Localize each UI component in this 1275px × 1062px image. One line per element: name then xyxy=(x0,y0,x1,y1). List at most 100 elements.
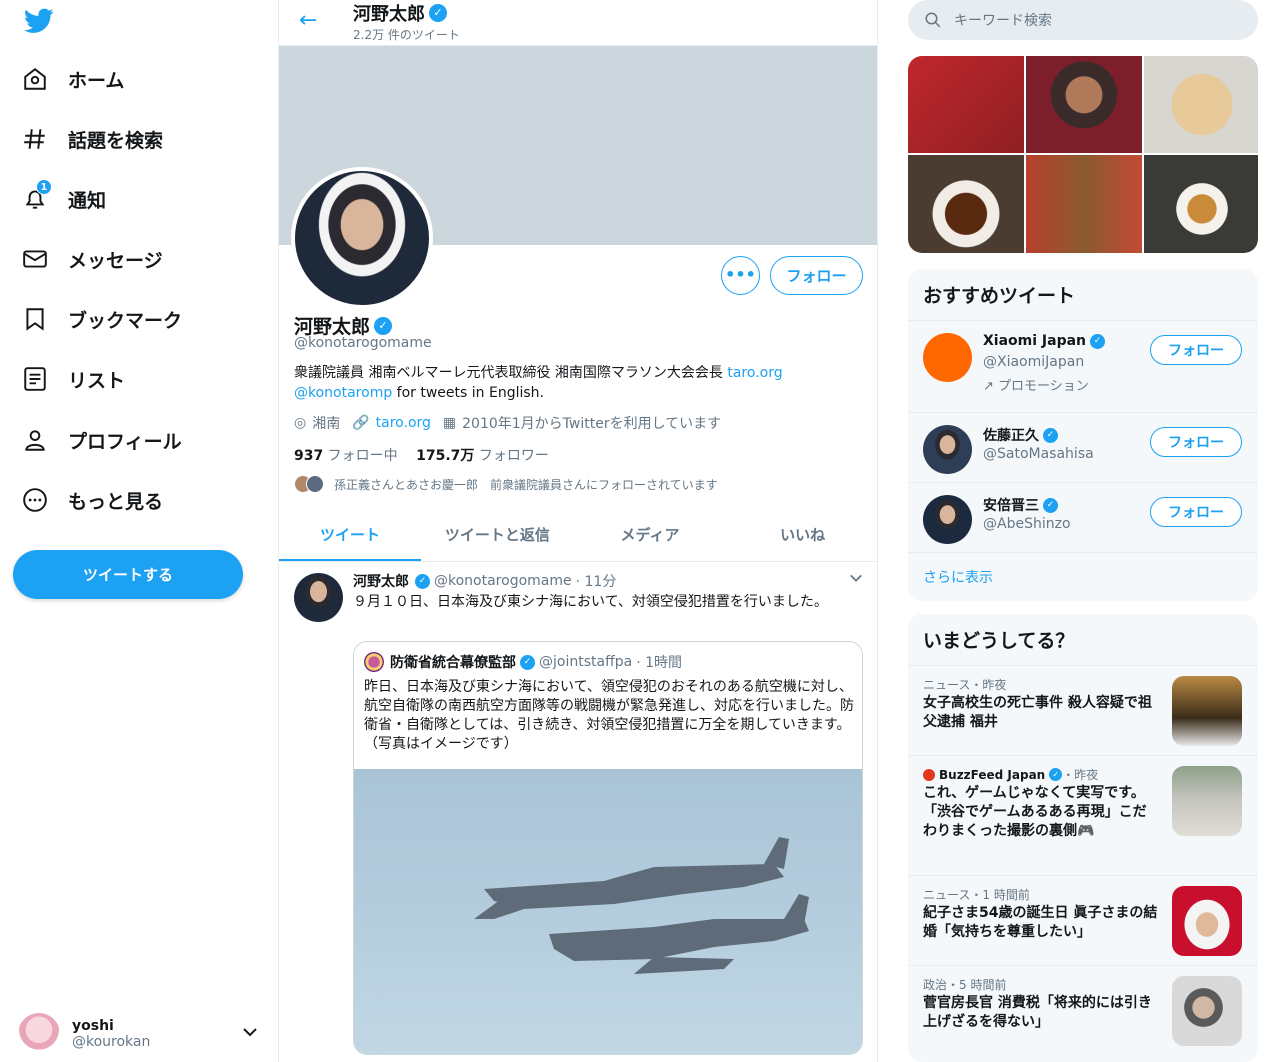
tweet-author-name[interactable]: 河野太郎 xyxy=(353,571,409,591)
trend-item[interactable]: 政治・5 時間前 菅官房長官 消費税「将来的には引き上げざるを得ない」 xyxy=(908,966,1258,1056)
media-thumbnail[interactable] xyxy=(1026,155,1142,253)
recommended-user-avatar xyxy=(923,495,972,544)
website[interactable]: 🔗 taro.org xyxy=(352,415,431,431)
follow-button[interactable]: フォロー xyxy=(1150,497,1242,527)
bio-link-english-account[interactable]: @konotaromp xyxy=(294,385,392,401)
tweet-avatar[interactable] xyxy=(294,573,343,622)
tweet-time[interactable]: · 11分 xyxy=(576,571,617,591)
list-icon xyxy=(24,367,46,391)
account-handle: @kourokan xyxy=(72,1034,151,1050)
bio-link-website[interactable]: taro.org xyxy=(727,365,782,381)
tab-tweets-replies[interactable]: ツイートと返信 xyxy=(421,510,574,561)
trend-thumbnail xyxy=(1172,976,1242,1046)
verified-icon: ✓ xyxy=(415,573,430,589)
media-grid xyxy=(908,56,1258,253)
location-text: 湘南 xyxy=(312,416,341,432)
verified-icon: ✓ xyxy=(520,654,535,670)
calendar-icon: ▦ xyxy=(442,415,457,431)
twitter-logo-icon[interactable] xyxy=(24,8,54,34)
trends-card: いまどうしてる？ ニュース・昨夜 女子高校生の死亡事件 殺人容疑で祖父逮捕 福井… xyxy=(908,614,1258,1062)
more-options-button[interactable]: ••• xyxy=(721,256,760,295)
recommended-user[interactable]: 佐藤正久 ✓ @SatoMasahisa フォロー xyxy=(908,413,1258,483)
search-input[interactable]: キーワード検索 xyxy=(954,10,1052,30)
nav-messages[interactable]: メッセージ xyxy=(22,237,163,281)
nav-explore[interactable]: 話題を検索 xyxy=(22,117,163,161)
recommended-user[interactable]: 安倍晋三 ✓ @AbeShinzo フォロー xyxy=(908,483,1258,553)
follower-avatar xyxy=(306,475,324,493)
back-arrow-icon[interactable]: ← xyxy=(299,8,317,33)
media-thumbnail[interactable] xyxy=(1144,155,1258,253)
follow-button[interactable]: フォロー xyxy=(1150,427,1242,457)
profile-avatar[interactable] xyxy=(291,167,433,309)
nav-home[interactable]: ホーム xyxy=(22,57,124,101)
recommended-user-name: 佐藤正久 xyxy=(983,428,1039,444)
trend-time: ・昨夜 xyxy=(1062,768,1099,782)
quoted-tweet-avatar xyxy=(364,652,384,672)
promoted-text: プロモーション xyxy=(998,379,1089,394)
following-link[interactable]: 937 フォロー中 xyxy=(294,448,398,464)
trend-category: ニュース・1 時間前 xyxy=(923,888,1030,902)
bio-text: 衆議院議員 湘南ベルマーレ元代表取締役 湘南国際マラソン大会会長 xyxy=(294,365,728,381)
trend-text: これ、ゲームじゃなくて実写です。「渋谷でゲームあるある再現」こだわりまくった撮影… xyxy=(923,785,1147,839)
compose-tweet-button[interactable]: ツイートする xyxy=(13,550,243,599)
followers-link[interactable]: 175.7万 フォロワー xyxy=(416,448,549,464)
nav-lists[interactable]: リスト xyxy=(22,357,125,401)
link-icon: 🔗 xyxy=(352,415,370,431)
quoted-tweet[interactable]: 防衛省統合幕僚監部 ✓ @jointstaffpa · 1時間 昨日、日本海及び… xyxy=(353,641,863,1055)
nav-home-label: ホーム xyxy=(68,69,125,92)
nav-more[interactable]: もっと見る xyxy=(22,478,163,522)
followed-by[interactable]: 孫正義さんとあさお慶一郎 前衆議院議員さんにフォローされています xyxy=(294,475,718,493)
tab-tweets[interactable]: ツイート xyxy=(279,510,421,561)
followers-label: フォロワー xyxy=(474,448,549,464)
show-more-link[interactable]: さらに表示 xyxy=(908,553,1258,601)
media-thumbnail[interactable] xyxy=(1144,56,1258,153)
trend-item[interactable]: BuzzFeed Japan ✓ ・昨夜 これ、ゲームじゃなくて実写です。「渋谷… xyxy=(908,756,1258,876)
chevron-down-icon[interactable] xyxy=(849,571,863,585)
follow-stats: 937 フォロー中 175.7万 フォロワー xyxy=(294,445,549,465)
promoted-label: ↗ プロモーション xyxy=(983,375,1089,394)
media-thumbnail[interactable] xyxy=(908,56,1024,153)
verified-icon: ✓ xyxy=(1090,333,1106,349)
nav-bookmarks[interactable]: ブックマーク xyxy=(22,297,182,341)
profile-bio: 衆議院議員 湘南ベルマーレ元代表取締役 湘南国際マラソン大会会長 taro.or… xyxy=(294,363,854,403)
trend-item[interactable]: ニュース・1 時間前 紀子さま54歳の誕生日 眞子さまの結婚「気持ちを尊重したい… xyxy=(908,876,1258,966)
search-box[interactable]: キーワード検索 xyxy=(908,0,1258,40)
tweet[interactable]: 河野太郎 ✓ @konotarogomame · 11分 ９月１０日、日本海及び… xyxy=(279,563,877,1062)
follow-button[interactable]: フォロー xyxy=(770,256,863,295)
recommended-user-handle: @XiaomiJapan xyxy=(983,354,1085,370)
profile-handle: @konotarogomame xyxy=(294,335,432,351)
nav-bookmarks-label: ブックマーク xyxy=(68,309,183,332)
account-switcher[interactable]: yoshi @kourokan xyxy=(18,1010,268,1058)
profile-meta: ◎ 湘南 🔗 taro.org ▦ 2010年1月からTwitterを利用しています xyxy=(294,413,733,433)
tab-media[interactable]: メディア xyxy=(574,510,727,561)
recommended-user-name-row: 安倍晋三 ✓ xyxy=(983,495,1058,515)
media-thumbnail[interactable] xyxy=(1026,56,1142,153)
nav-explore-label: 話題を検索 xyxy=(68,129,164,152)
recommended-user[interactable]: Xiaomi Japan ✓ @XiaomiJapan フォロー ↗ プロモーショ… xyxy=(908,321,1258,413)
promoted-icon: ↗ xyxy=(983,379,999,394)
nav-notifications[interactable]: 1 通知 xyxy=(22,177,106,221)
verified-icon: ✓ xyxy=(1043,497,1058,513)
hashtag-icon xyxy=(24,129,45,149)
recommended-user-handle: @AbeShinzo xyxy=(983,516,1071,532)
verified-icon: ✓ xyxy=(1043,427,1058,443)
tweet-text: ９月１０日、日本海及び東シナ海において、対領空侵犯措置を行いました。 xyxy=(353,594,828,610)
notification-badge: 1 xyxy=(36,179,52,195)
header-title-text: 河野太郎 xyxy=(353,4,425,25)
trends-title: いまどうしてる？ xyxy=(908,614,1258,666)
trend-category: 政治・5 時間前 xyxy=(923,978,1007,992)
more-icon xyxy=(23,488,47,512)
nav-profile[interactable]: プロフィール xyxy=(22,418,182,462)
quoted-tweet-header: 防衛省統合幕僚監部 ✓ @jointstaffpa · 1時間 xyxy=(364,652,682,672)
quoted-tweet-image[interactable] xyxy=(354,769,862,1054)
location-pin-icon: ◎ xyxy=(294,415,307,431)
trend-item[interactable]: ニュース・昨夜 女子高校生の死亡事件 殺人容疑で祖父逮捕 福井 xyxy=(908,666,1258,756)
follow-button[interactable]: フォロー xyxy=(1150,335,1242,365)
fighter-jets-image xyxy=(474,837,809,974)
tweet-author-handle: @konotarogomame xyxy=(434,573,572,589)
website-link[interactable]: taro.org xyxy=(376,415,431,431)
quoted-tweet-time: · 1時間 xyxy=(636,655,682,671)
media-thumbnail[interactable] xyxy=(908,155,1024,253)
account-avatar xyxy=(18,1013,60,1055)
tab-likes[interactable]: いいね xyxy=(726,510,877,561)
